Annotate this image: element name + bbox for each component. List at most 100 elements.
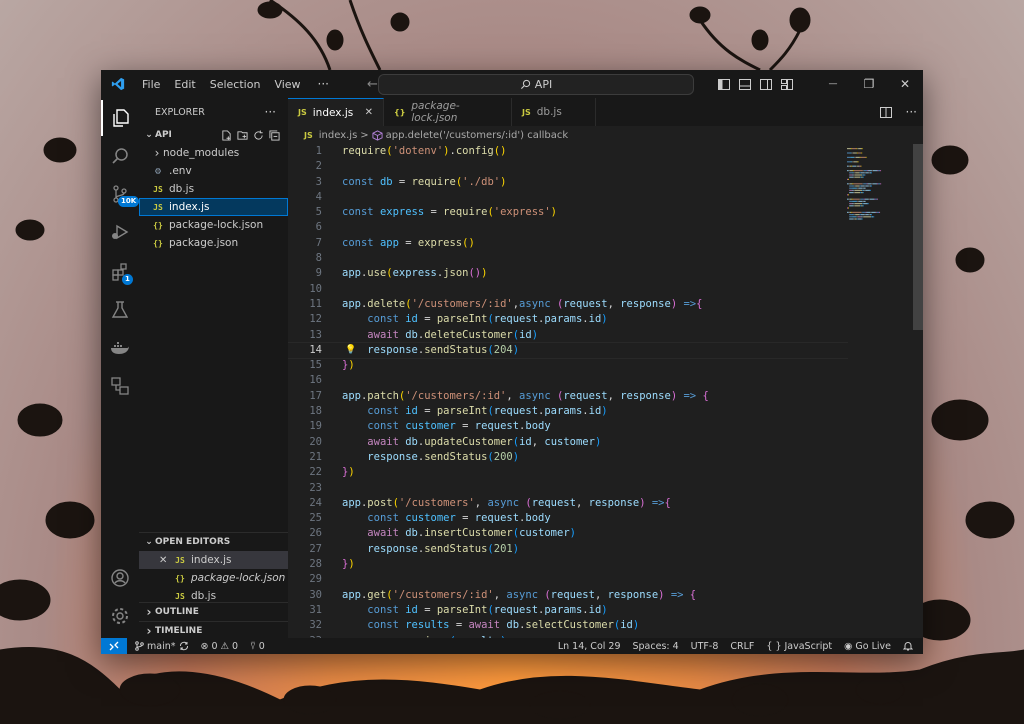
extensions-icon[interactable]: 1 bbox=[101, 254, 139, 290]
close-window-icon[interactable]: ✕ bbox=[887, 77, 923, 91]
collapse-all-icon[interactable] bbox=[269, 129, 280, 141]
code-line[interactable]: 20 await db. updateCustomer(id, customer) bbox=[288, 435, 848, 450]
editor-scrollbar[interactable] bbox=[913, 144, 923, 638]
minimap[interactable] bbox=[843, 144, 913, 638]
search-icon[interactable] bbox=[101, 138, 139, 174]
docker-icon[interactable] bbox=[101, 330, 139, 366]
tab-index-js[interactable]: JS index.js ✕ bbox=[288, 98, 384, 126]
tab-db-js[interactable]: JS db.js bbox=[512, 98, 596, 126]
encoding[interactable]: UTF-8 bbox=[685, 641, 725, 652]
code-line[interactable]: 28}) bbox=[288, 557, 848, 572]
tree-item-index-js[interactable]: JS index.js bbox=[139, 198, 288, 216]
close-tab-icon[interactable]: ✕ bbox=[365, 107, 373, 118]
go-live-button[interactable]: ◉ Go Live bbox=[838, 641, 897, 652]
toggle-secondary-sidebar-icon[interactable] bbox=[755, 78, 776, 90]
indentation[interactable]: Spaces: 4 bbox=[627, 641, 685, 652]
code-line[interactable]: 1 require('dotenv'). config() bbox=[288, 144, 848, 159]
open-editors-header[interactable]: ⌄ OPEN EDITORS bbox=[139, 533, 288, 551]
menu-edit[interactable]: Edit bbox=[167, 78, 202, 91]
restore-icon[interactable]: ❐ bbox=[851, 77, 887, 91]
run-debug-icon[interactable] bbox=[101, 214, 139, 250]
open-editor-index-js[interactable]: ✕ JS index.js bbox=[139, 551, 288, 569]
source-control-icon[interactable]: 10K bbox=[101, 176, 140, 212]
sync-icon[interactable] bbox=[179, 641, 189, 651]
code-line[interactable]: 21 response. sendStatus(200) bbox=[288, 450, 848, 465]
code-line[interactable]: 9 app. use(express. json()) bbox=[288, 266, 848, 281]
back-arrow-icon[interactable]: ← bbox=[367, 77, 378, 92]
code-line[interactable]: 30 app. get('/customers/:id', async (reque… bbox=[288, 588, 848, 603]
tab-package-lock-json[interactable]: {} package-lock.json bbox=[384, 98, 512, 126]
code-line[interactable]: 24 app. post('/customers', async (request,… bbox=[288, 496, 848, 511]
cursor-position[interactable]: Ln 14, Col 29 bbox=[552, 641, 627, 652]
tree-item-db-js[interactable]: JS db.js bbox=[139, 180, 288, 198]
open-editor-package-lock-json[interactable]: {} package-lock.json bbox=[139, 569, 288, 587]
code-line[interactable]: 29 bbox=[288, 572, 848, 587]
code-line[interactable]: 8 bbox=[288, 251, 848, 266]
new-file-icon[interactable] bbox=[221, 129, 232, 141]
remote-explorer-icon[interactable] bbox=[101, 368, 139, 404]
menu-selection[interactable]: Selection bbox=[203, 78, 268, 91]
tree-item-package-lock-json[interactable]: {} package-lock.json bbox=[139, 216, 288, 234]
code-line[interactable]: 19 const customer = request. body bbox=[288, 419, 848, 434]
code-line[interactable]: 14 💡 response. sendStatus(204) bbox=[288, 341, 848, 360]
breadcrumb-symbol[interactable]: app.delete('/customers/:id') callback bbox=[386, 130, 568, 141]
outline-header[interactable]: › OUTLINE bbox=[139, 602, 288, 621]
code-line[interactable]: 22}) bbox=[288, 465, 848, 480]
explorer-icon[interactable] bbox=[101, 100, 139, 136]
problems-indicator[interactable]: ⊗ 0 ⚠ 0 bbox=[195, 641, 245, 652]
split-editor-icon[interactable] bbox=[879, 106, 892, 118]
code-line[interactable]: 16 bbox=[288, 373, 848, 388]
tree-item-env[interactable]: ⚙ .env bbox=[139, 162, 288, 180]
code-line[interactable]: 32 const results = await db. selectCustom… bbox=[288, 618, 848, 633]
editor-more-icon[interactable]: ··· bbox=[906, 105, 917, 119]
testing-flask-icon[interactable] bbox=[101, 292, 139, 328]
code-line[interactable]: 11 app. delete('/customers/:id', async (req… bbox=[288, 297, 848, 312]
code-line[interactable]: 26 await db. insertCustomer(customer) bbox=[288, 526, 848, 541]
folder-header-api[interactable]: ⌄ API bbox=[139, 126, 288, 144]
customize-layout-icon[interactable] bbox=[776, 78, 797, 90]
code-line[interactable]: 10 bbox=[288, 282, 848, 297]
code-line[interactable]: 3 const db = require('./db') bbox=[288, 175, 848, 190]
toggle-primary-sidebar-icon[interactable] bbox=[713, 78, 734, 90]
settings-gear-icon[interactable] bbox=[101, 598, 139, 634]
explorer-more-icon[interactable]: ··· bbox=[265, 105, 276, 119]
lightbulb-icon[interactable]: 💡 bbox=[345, 343, 356, 358]
line-ending[interactable]: CRLF bbox=[724, 641, 760, 652]
refresh-icon[interactable] bbox=[253, 129, 264, 141]
code-line[interactable]: 27 response. sendStatus(201) bbox=[288, 542, 848, 557]
code-editor[interactable]: 1 require('dotenv'). config() 2 3 const db = … bbox=[288, 144, 848, 638]
new-folder-icon[interactable] bbox=[237, 130, 248, 141]
remote-indicator-icon[interactable] bbox=[101, 638, 127, 654]
toggle-panel-icon[interactable] bbox=[734, 78, 755, 90]
code-line[interactable]: 25 const customer = request. body bbox=[288, 511, 848, 526]
code-line[interactable]: 23 bbox=[288, 481, 848, 496]
accounts-icon[interactable] bbox=[101, 560, 139, 596]
minimap-stroke bbox=[853, 161, 858, 163]
code-line[interactable]: 17 app. patch('/customers/:id', async (req… bbox=[288, 389, 848, 404]
close-editor-icon[interactable]: ✕ bbox=[159, 555, 173, 566]
minimize-icon[interactable]: — bbox=[815, 79, 851, 89]
code-line[interactable]: 13 await db. deleteCustomer(id) bbox=[288, 328, 848, 343]
code-line[interactable]: 5 const express = require('express') bbox=[288, 205, 848, 220]
language-mode[interactable]: { } JavaScript bbox=[760, 641, 838, 652]
code-line[interactable]: 12 const id = parseInt(request. params. id… bbox=[288, 312, 848, 327]
menu-more-icon[interactable]: ··· bbox=[308, 77, 339, 91]
code-line[interactable]: 15}) bbox=[288, 358, 848, 373]
code-line[interactable]: 7 const app = express() bbox=[288, 236, 848, 251]
scrollbar-thumb[interactable] bbox=[913, 144, 923, 330]
code-line[interactable]: 31 const id = parseInt(request. params. id… bbox=[288, 603, 848, 618]
code-line[interactable]: 18 const id = parseInt(request. params. id… bbox=[288, 404, 848, 419]
menu-view[interactable]: View bbox=[267, 78, 307, 91]
branch-indicator[interactable]: main* bbox=[127, 641, 195, 652]
code-line[interactable]: 4 bbox=[288, 190, 848, 205]
breadcrumb-file[interactable]: index.js bbox=[319, 130, 358, 141]
code-line[interactable]: 6 bbox=[288, 220, 848, 235]
menu-file[interactable]: File bbox=[135, 78, 167, 91]
notifications-bell-icon[interactable] bbox=[897, 641, 923, 651]
code-token: ) bbox=[348, 466, 355, 479]
ports-indicator[interactable]: ⍢ 0 bbox=[244, 641, 271, 652]
command-center-search[interactable]: API bbox=[378, 74, 694, 95]
tree-item-node-modules[interactable]: › node_modules bbox=[139, 144, 288, 162]
tree-item-package-json[interactable]: {} package.json bbox=[139, 234, 288, 252]
code-line[interactable]: 2 bbox=[288, 159, 848, 174]
